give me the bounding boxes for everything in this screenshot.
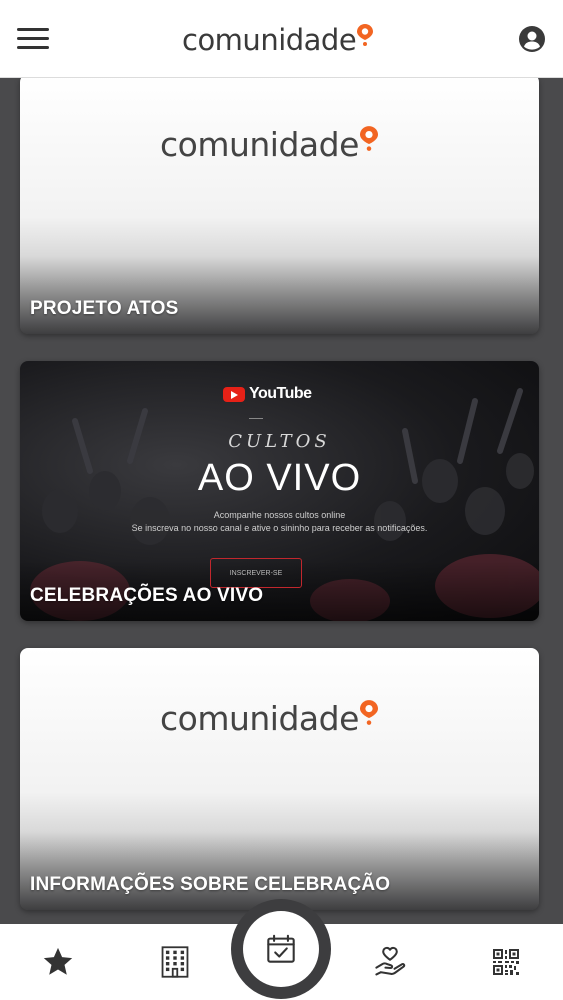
card-logo-text: comunidade (160, 699, 359, 738)
card-celebracoes-ao-vivo[interactable]: YouTube CULTOS AO VIVO Acompanhe nossos … (20, 361, 539, 621)
subscribe-button[interactable]: INSCREVER-SE (210, 558, 302, 588)
card-projeto-atos[interactable]: comunidade PROJETO ATOS (20, 78, 539, 334)
card-logo: comunidade (160, 126, 378, 163)
heart-hand-icon[interactable] (370, 942, 410, 982)
account-circle-icon[interactable] (518, 25, 546, 53)
app-logo: comunidade (182, 22, 374, 58)
banner-description: Se inscreva no nosso canal e ative o sin… (131, 523, 428, 533)
logo-text: comunidade (182, 23, 357, 57)
banner-headline: AO VIVO (197, 457, 362, 499)
card-logo: comunidade (160, 700, 378, 737)
star-icon[interactable] (38, 942, 78, 982)
location-pin-icon (357, 24, 374, 46)
divider (249, 418, 263, 419)
youtube-logo: YouTube (223, 385, 312, 403)
card-title: INFORMAÇÕES SOBRE CELEBRAÇÃO (30, 874, 391, 895)
banner-kicker: CULTOS (228, 431, 331, 452)
qr-code-icon[interactable] (486, 942, 526, 982)
card-title: CELEBRAÇÕES AO VIVO (30, 585, 264, 606)
calendar-check-icon[interactable] (243, 911, 319, 987)
location-pin-icon (359, 126, 378, 151)
youtube-label: YouTube (249, 385, 312, 402)
banner-subtitle: Acompanhe nossos cultos online (213, 510, 346, 520)
location-pin-icon (359, 700, 378, 725)
content-feed[interactable]: comunidade PROJETO ATOS YouTube CULTOS A… (0, 78, 563, 924)
building-icon[interactable] (155, 942, 195, 982)
app-header: comunidade (0, 0, 563, 78)
youtube-play-icon (223, 386, 245, 402)
card-title: PROJETO ATOS (30, 298, 179, 319)
hamburger-menu-icon[interactable] (17, 28, 49, 50)
card-informacoes-celebracao[interactable]: comunidade INFORMAÇÕES SOBRE CELEBRAÇÃO (20, 648, 539, 910)
card-logo-text: comunidade (160, 125, 359, 164)
